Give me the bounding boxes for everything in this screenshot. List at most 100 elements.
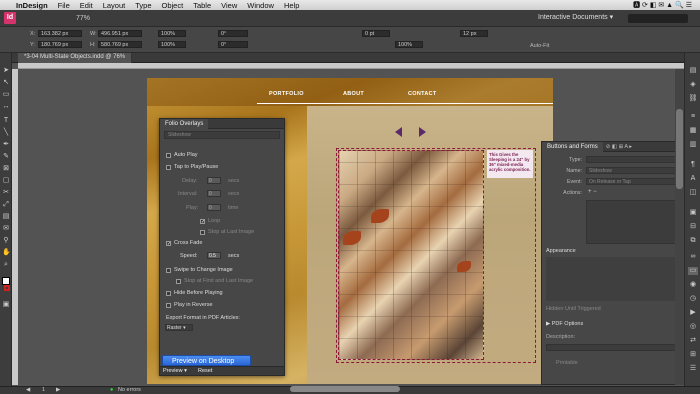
gradient-icon[interactable]: ▥ — [688, 141, 698, 149]
page-nav-next[interactable]: ▶ — [56, 387, 60, 393]
width-field[interactable]: 496.951 px — [98, 30, 142, 37]
tap-to-play-checkbox[interactable]: Tap to Play/Pause — [166, 164, 218, 170]
type-dropdown[interactable] — [586, 156, 676, 163]
paragraph-styles-icon[interactable]: ¶ — [688, 161, 698, 169]
scroll-thumb[interactable] — [676, 109, 683, 189]
panel-tab-icons[interactable]: ⊘ ◧ ⊞ A ▸ — [606, 144, 632, 150]
buttons-forms-icon[interactable]: ▭ — [688, 267, 698, 275]
preview-on-desktop-menu-item[interactable]: Preview on Desktop — [162, 355, 251, 366]
workspace-switcher[interactable]: Interactive Documents ▾ — [538, 13, 613, 21]
rectangle-frame-icon[interactable]: ⊠ — [2, 165, 10, 173]
scale-x-field[interactable]: 100% — [158, 30, 186, 37]
interval-field[interactable]: 0 — [207, 190, 221, 197]
gap-field[interactable]: 12 px — [460, 30, 488, 37]
scale-y-field[interactable]: 100% — [158, 41, 186, 48]
hyperlinks-icon[interactable]: ∞ — [688, 253, 698, 261]
layers-icon[interactable]: ◈ — [688, 81, 698, 89]
preview-button[interactable]: Preview ▾ — [163, 368, 187, 374]
note-tool-icon[interactable]: ✉ — [2, 225, 10, 233]
printable-checkbox[interactable]: Printable — [556, 360, 578, 366]
character-styles-icon[interactable]: A — [688, 175, 698, 183]
speed-field[interactable]: 0.5 — [207, 252, 221, 259]
preflight-status[interactable]: No errors — [118, 387, 141, 393]
media-icon[interactable]: ▶ — [688, 309, 698, 317]
pathfinder-icon[interactable]: ⧉ — [688, 237, 698, 245]
reset-button[interactable]: Reset — [198, 368, 212, 374]
swipe-checkbox[interactable]: Swipe to Change Image — [166, 267, 233, 273]
menu-object[interactable]: Object — [162, 1, 184, 10]
selection-tool-icon[interactable]: ➤ — [2, 67, 10, 75]
menu-help[interactable]: Help — [284, 1, 299, 10]
height-field[interactable]: 580.769 px — [98, 41, 142, 48]
event-dropdown[interactable]: On Release or Tap — [586, 178, 676, 185]
text-wrap-icon[interactable]: ▣ — [688, 209, 698, 217]
stroke-weight-field[interactable]: 0 pt — [362, 30, 390, 37]
stroke-swatch-icon[interactable] — [4, 285, 10, 291]
autofit-checkbox[interactable]: Auto-Fit — [530, 43, 549, 49]
previous-arrow-icon[interactable] — [395, 127, 402, 137]
menu-table[interactable]: Table — [193, 1, 211, 10]
search-field[interactable] — [628, 14, 688, 23]
pen-tool-icon[interactable]: ✒ — [2, 141, 10, 149]
scissors-tool-icon[interactable]: ✂ — [2, 189, 10, 197]
opacity-field[interactable]: 100% — [395, 41, 423, 48]
buttons-and-forms-tab[interactable]: Buttons and Forms — [542, 141, 603, 152]
rotate-field[interactable]: 0° — [218, 30, 248, 37]
animation-icon[interactable]: ◉ — [688, 281, 698, 289]
menu-window[interactable]: Window — [247, 1, 274, 10]
fill-swatch-icon[interactable] — [2, 277, 10, 285]
export-format-dropdown[interactable]: Raster ▾ — [165, 324, 193, 331]
play-in-reverse-checkbox[interactable]: Play in Reverse — [166, 302, 213, 308]
auto-play-checkbox[interactable]: Auto Play — [166, 152, 198, 158]
menu-layout[interactable]: Layout — [103, 1, 126, 10]
object-styles-icon[interactable]: ◫ — [688, 189, 698, 197]
type-tool-icon[interactable]: T — [2, 117, 10, 125]
hide-before-playing-checkbox[interactable]: Hide Before Playing — [166, 290, 223, 296]
pages-icon[interactable]: ▤ — [688, 67, 698, 75]
gradient-tool-icon[interactable]: ▤ — [2, 213, 10, 221]
menu-file[interactable]: File — [58, 1, 70, 10]
y-field[interactable]: 180.769 px — [38, 41, 82, 48]
pencil-tool-icon[interactable]: ✎ — [2, 153, 10, 161]
folio-overlays-tab[interactable]: Folio Overlays — [160, 118, 209, 129]
menu-type[interactable]: Type — [135, 1, 151, 10]
swatches-icon[interactable]: ▦ — [688, 127, 698, 135]
eyedropper-tool-icon[interactable]: ⚲ — [2, 237, 10, 245]
line-tool-icon[interactable]: ╲ — [2, 129, 10, 137]
preview-icon[interactable]: ◎ — [688, 323, 698, 331]
stroke-icon[interactable]: ≡ — [688, 113, 698, 121]
hidden-until-triggered-checkbox[interactable]: Hidden Until Triggered — [546, 306, 601, 312]
preview-mode-icon[interactable]: ▣ — [2, 301, 10, 309]
liquid-layout-icon[interactable]: ⊞ — [688, 351, 698, 359]
page-number[interactable]: 1 — [42, 387, 45, 393]
menu-app[interactable]: InDesign — [16, 1, 48, 10]
page-tool-icon[interactable]: ▭ — [2, 91, 10, 99]
x-field[interactable]: 163.382 px — [38, 30, 82, 37]
zoom-level[interactable]: 77% — [76, 15, 90, 22]
rectangle-tool-icon[interactable]: ▢ — [2, 177, 10, 185]
page-transitions-icon[interactable]: ⇄ — [688, 337, 698, 345]
play-field[interactable]: 0 — [207, 204, 221, 211]
delay-field[interactable]: 0 — [207, 177, 221, 184]
direct-selection-icon[interactable]: ↖ — [2, 79, 10, 87]
pdf-options-toggle[interactable]: ▶ PDF Options — [546, 321, 583, 327]
links-icon[interactable]: ⛓ — [688, 95, 698, 103]
add-remove-action-icons[interactable]: + − — [588, 189, 597, 195]
actions-list[interactable] — [586, 200, 676, 244]
next-arrow-icon[interactable] — [419, 127, 426, 137]
shear-field[interactable]: 0° — [218, 41, 248, 48]
page-nav-previous[interactable]: ◀ — [26, 387, 30, 393]
menubar-status-icons[interactable]: 🅰 ⟳ ◧ ✉ ▲ 🔍 ☰ — [633, 0, 692, 10]
articles-icon[interactable]: ☰ — [688, 365, 698, 373]
hand-tool-icon[interactable]: ✋ — [2, 249, 11, 257]
menu-view[interactable]: View — [221, 1, 237, 10]
menu-edit[interactable]: Edit — [80, 1, 93, 10]
name-field[interactable]: Slideshow — [586, 167, 676, 174]
cross-fade-checkbox[interactable]: ✓ Cross Fade — [166, 240, 202, 246]
stop-last-checkbox[interactable]: Stop at Last Image — [200, 229, 254, 235]
timing-icon[interactable]: ◷ — [688, 295, 698, 303]
gap-tool-icon[interactable]: ↔ — [2, 103, 10, 111]
stop-first-last-checkbox[interactable]: Stop at First and Last Image — [176, 278, 253, 284]
horizontal-scroll-thumb[interactable] — [290, 386, 400, 392]
transform-tool-icon[interactable]: ⤢ — [2, 201, 10, 209]
